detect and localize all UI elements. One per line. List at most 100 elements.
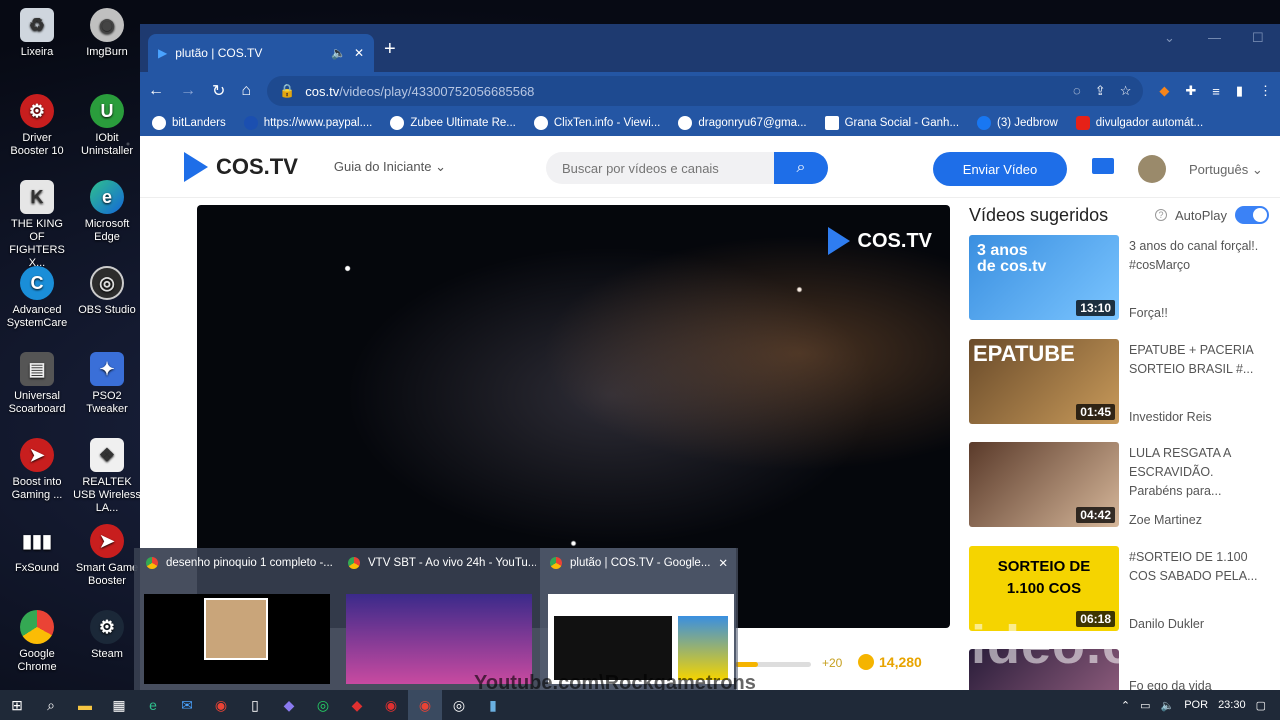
app-icon[interactable]: ◆ [340,690,374,720]
bookmark-item[interactable]: (3) Jedbrow [977,116,1058,130]
desktop-icon-steam[interactable]: ⚙ Steam [72,610,142,661]
globe-icon [152,116,166,130]
desktop-icon-lixeira[interactable]: ♻ Lixeira [2,8,72,59]
suggested-video[interactable]: 04:42 LULA RESGATA A ESCRAVIDÃO. Parabén… [969,442,1269,546]
minimize-icon[interactable]: — [1208,30,1221,45]
back-icon[interactable]: ← [148,82,164,100]
video-title: LULA RESGATA A ESCRAVIDÃO. Parabéns para… [1129,446,1231,498]
globe-icon [390,116,405,130]
suggested-video[interactable]: 3 anos de cos.tv 13:10 3 anos do canal f… [969,235,1269,339]
app-icon[interactable]: ◆ [272,690,306,720]
mail-icon[interactable] [1092,158,1114,174]
cos-tv-play-icon [827,227,850,255]
desktop-icon-chrome[interactable]: Google Chrome [2,610,72,674]
chevron-up-icon[interactable]: ⌃ [1121,699,1130,712]
bookmark-item[interactable]: bitLanders [152,116,226,130]
windows-start-icon[interactable]: ⊞ [0,690,34,720]
chrome-icon[interactable]: ◉ [204,690,238,720]
tab-close-icon[interactable]: ✕ [354,46,364,60]
desktop-icon-boost-gaming[interactable]: ➤ Boost into Gaming ... [2,438,72,502]
notifications-icon[interactable]: ▢ [1256,699,1266,712]
language-selector[interactable]: Português ⌄ [1189,162,1263,178]
bookmark-star-icon[interactable]: ☆ [1120,83,1132,99]
edge-icon[interactable]: e [136,690,170,720]
new-tab-button[interactable]: + [384,38,396,61]
autoplay-toggle[interactable] [1235,206,1269,224]
bookmark-item[interactable]: Zubee Ultimate Re... [390,116,516,130]
reload-icon[interactable]: ↻ [212,81,225,101]
taskbar: ⊞ ⌕ ▬ ▦ e ✉ ◉ ▯ ◆ ◎ ◆ ◉ ◉ ◎ ▮ ⌃ ▭ 🔈 POR … [0,690,1280,720]
smart-game-booster-icon: ➤ [90,524,124,558]
extensions-icon[interactable]: ✚ [1185,83,1196,99]
window-preview[interactable]: desenho pinoquio 1 completo -... [136,548,334,690]
bookmark-item[interactable]: https://www.paypal.... [243,116,372,130]
clock[interactable]: 23:30 [1218,699,1246,711]
search-input[interactable] [546,152,774,184]
whatsapp-icon[interactable]: ◎ [306,690,340,720]
window-preview[interactable]: VTV SBT - Ao vivo 24h - YouTu... [338,548,536,690]
desktop-icon-scoreboard[interactable]: ▤ Universal Scoarboard [2,352,72,416]
tab-title: plutão | COS.TV [175,46,263,60]
tab-active[interactable]: ▶ plutão | COS.TV 🔈 ✕ [148,34,374,72]
desktop-icon-fxsound[interactable]: ▮▮▮ FxSound [2,524,72,575]
maximize-icon[interactable]: ☐ [1252,30,1264,46]
facebook-icon [977,116,992,130]
suggested-video[interactable]: EPATUBE 01:45 EPATUBE + PACERIA SORTEIO … [969,338,1269,443]
desktop-icon-advanced-systemcare[interactable]: C Advanced SystemCare [2,266,72,330]
menu-icon[interactable]: ⋮ [1259,83,1272,99]
bookmark-item[interactable]: dragonryu67@gma... [678,116,807,130]
reading-list-icon[interactable]: ≡ [1212,84,1220,99]
language-indicator[interactable]: POR [1184,699,1208,711]
send-video-button[interactable]: Enviar Vídeo [933,152,1067,186]
window-preview-active[interactable]: plutão | COS.TV - Google... ✕ [540,548,738,690]
avatar[interactable] [1138,155,1166,183]
cos-tv-logo[interactable]: COS.TV [184,151,298,182]
search-button[interactable]: ⌕ [774,152,828,184]
beginner-guide-menu[interactable]: Guia do Iniciante ⌄ [334,159,446,175]
desktop-icon-kof[interactable]: K THE KING OF FIGHTERS X... [2,180,72,270]
edge-icon: e [90,180,124,214]
mail-icon[interactable]: ✉ [170,690,204,720]
desktop-icon-smart-game-booster[interactable]: ➤ Smart Game Booster [72,524,142,588]
help-icon[interactable]: ? [1154,209,1167,221]
close-icon[interactable]: ✕ [718,556,728,570]
address-bar[interactable]: 🔒 cos.tv/videos/play/43300752056685568 ◌… [267,76,1144,106]
tab-search-chevron-icon[interactable]: ⌄ [1164,30,1175,46]
video-channel: Investidor Reis [1129,409,1212,424]
bookmark-item[interactable]: ClixTen.info - Viewi... [533,116,660,130]
bookmark-item[interactable]: Grana Social - Ganh... [824,116,959,130]
tab-audio-icon[interactable]: 🔈 [331,46,346,60]
store-icon[interactable]: ▦ [102,690,136,720]
bookmarks-bar: bitLanders https://www.paypal.... Zubee … [140,110,1280,136]
paypal-icon [243,116,258,130]
advanced-systemcare-icon: C [20,266,54,300]
chrome-icon[interactable]: ◉ [408,690,442,720]
desktop-icon-obs[interactable]: ◎ OBS Studio [72,266,142,317]
file-explorer-icon[interactable]: ▬ [68,690,102,720]
desktop-icon-imgburn[interactable]: ◉ ImgBurn [72,8,142,59]
chrome-icon [146,557,158,569]
home-icon[interactable]: ⌂ [241,82,251,100]
eye-off-icon[interactable]: ◌ [1073,83,1081,99]
app-icon[interactable]: ◉ [374,690,408,720]
desktop-icon-realtek[interactable]: ❖ REALTEK USB Wireless LA... [72,438,142,515]
notepad-icon[interactable]: ▯ [238,690,272,720]
forward-icon[interactable]: → [180,82,196,100]
metamask-icon[interactable]: ◆ [1159,83,1169,99]
video-title: EPATUBE + PACERIA SORTEIO BRASIL #... [1129,342,1254,376]
desktop-icon-pso2[interactable]: ✦ PSO2 Tweaker [72,352,142,416]
desktop-icon-driver-booster[interactable]: ⚙ Driver Booster 10 [2,94,72,158]
share-icon[interactable]: ⇪ [1095,83,1106,99]
bookmark-item[interactable]: divulgador automát... [1075,116,1203,130]
desktop-icon-edge[interactable]: e Microsoft Edge [72,180,142,244]
app-icon[interactable]: ▮ [476,690,510,720]
network-icon[interactable]: ▭ [1140,699,1150,712]
volume-icon[interactable]: 🔈 [1161,699,1175,712]
side-panel-icon[interactable]: ▮ [1236,83,1243,99]
search-icon[interactable]: ⌕ [34,690,68,720]
site-header: COS.TV Guia do Iniciante ⌄ ⌕ Enviar Víde… [140,136,1280,198]
browser-toolbar: ← → ↻ ⌂ 🔒 cos.tv/videos/play/43300752056… [140,72,1280,110]
desktop-icon-iobit[interactable]: U IObit Uninstaller [72,94,142,158]
imgburn-icon: ◉ [90,8,124,42]
obs-icon[interactable]: ◎ [442,690,476,720]
